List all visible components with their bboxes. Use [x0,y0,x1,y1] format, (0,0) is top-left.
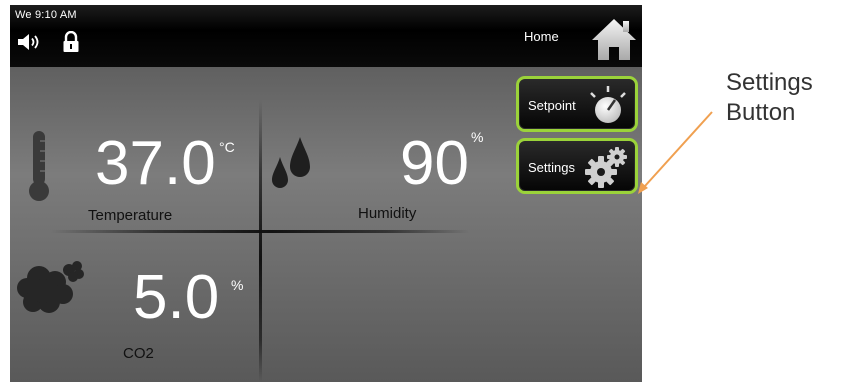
callout-line-2: Button [726,99,796,126]
callout-line-1: Settings [726,69,813,96]
callout-arrow [638,111,713,194]
settings-callout-text: Settings Button [726,68,813,128]
